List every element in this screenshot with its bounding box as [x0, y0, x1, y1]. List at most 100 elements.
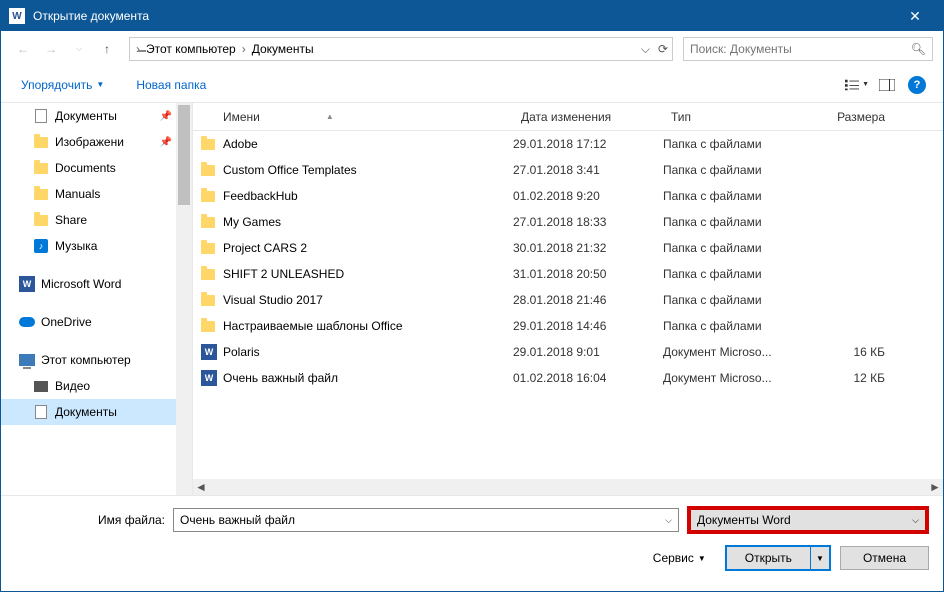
file-date: 30.01.2018 21:32 — [513, 241, 663, 255]
folder-icon — [193, 165, 219, 176]
scroll-right-icon[interactable]: ► — [927, 480, 943, 494]
sidebar-scrollbar[interactable] — [176, 103, 192, 495]
folder-icon — [33, 212, 49, 228]
close-button[interactable]: ✕ — [895, 8, 935, 25]
file-row[interactable]: SHIFT 2 UNLEASHED31.01.2018 20:50Папка с… — [193, 261, 943, 287]
file-date: 27.01.2018 3:41 — [513, 163, 663, 177]
file-type: Папка с файлами — [663, 163, 813, 177]
nav-row: ← → ⌵ ↑ › Этот компьютер › Документы ⌵ 🔍… — [1, 31, 943, 67]
file-row[interactable]: Project CARS 230.01.2018 21:32Папка с фа… — [193, 235, 943, 261]
search-icon[interactable]: 🔍︎ — [911, 42, 926, 56]
column-header-date[interactable]: Дата изменения — [513, 110, 663, 124]
open-button[interactable]: Открыть ▼ — [726, 546, 830, 570]
search-box[interactable]: 🔍︎ — [683, 37, 933, 61]
sort-asc-icon: ▲ — [326, 112, 334, 121]
chevron-down-icon: ▼ — [96, 80, 104, 89]
file-type: Папка с файлами — [663, 137, 813, 151]
titlebar: W Открытие документа ✕ — [1, 1, 943, 31]
video-icon — [33, 378, 49, 394]
cancel-button[interactable]: Отмена — [840, 546, 929, 570]
sidebar-item[interactable]: Документы📌 — [1, 103, 192, 129]
file-list: Имени ▲ Дата изменения Тип Размера Adobe… — [193, 103, 943, 495]
sidebar-item[interactable]: Видео — [1, 373, 192, 399]
column-header-type[interactable]: Тип — [663, 110, 813, 124]
scroll-left-icon[interactable]: ◄ — [193, 480, 209, 494]
folder-icon — [33, 186, 49, 202]
sidebar-item[interactable]: Manuals — [1, 181, 192, 207]
sidebar-item[interactable]: Documents — [1, 155, 192, 181]
doc-icon — [33, 404, 49, 420]
file-date: 29.01.2018 17:12 — [513, 137, 663, 151]
up-button[interactable]: ↑ — [95, 37, 119, 61]
pc-icon — [19, 352, 35, 368]
chevron-right-icon[interactable]: › — [134, 42, 142, 56]
sidebar-item-word[interactable]: W Microsoft Word — [1, 271, 192, 297]
file-type: Папка с файлами — [663, 319, 813, 333]
folder-icon — [193, 191, 219, 202]
file-type-filter[interactable]: Документы Word ⌵ — [687, 506, 929, 534]
file-row[interactable]: WPolaris29.01.2018 9:01Документ Microso.… — [193, 339, 943, 365]
file-row[interactable]: Adobe29.01.2018 17:12Папка с файлами — [193, 131, 943, 157]
file-row[interactable]: FeedbackHub01.02.2018 9:20Папка с файлам… — [193, 183, 943, 209]
file-row[interactable]: Custom Office Templates27.01.2018 3:41Па… — [193, 157, 943, 183]
refresh-icon[interactable] — [658, 42, 668, 56]
tools-button[interactable]: Сервис▼ — [653, 551, 706, 565]
file-date: 29.01.2018 9:01 — [513, 345, 663, 359]
column-header-size[interactable]: Размера — [813, 110, 893, 124]
chevron-right-icon[interactable]: › — [240, 42, 248, 56]
search-input[interactable] — [690, 42, 911, 56]
folder-icon — [193, 217, 219, 228]
sidebar: Документы📌Изображени📌DocumentsManualsSha… — [1, 103, 193, 495]
file-name: Настраиваемые шаблоны Office — [219, 319, 513, 333]
open-dropdown[interactable]: ▼ — [811, 547, 829, 569]
chevron-down-icon[interactable]: ⌵ — [665, 515, 672, 526]
sidebar-item[interactable]: Изображени📌 — [1, 129, 192, 155]
sidebar-item[interactable]: Share — [1, 207, 192, 233]
folder-icon — [193, 243, 219, 254]
sidebar-item-label: Share — [55, 213, 87, 227]
chevron-down-icon: ▼ — [862, 81, 869, 88]
file-date: 31.01.2018 20:50 — [513, 267, 663, 281]
word-icon: W — [193, 370, 219, 386]
window-title: Открытие документа — [33, 9, 895, 23]
doc-icon — [33, 108, 49, 124]
pin-icon: 📌 — [160, 111, 172, 122]
breadcrumb-seg[interactable]: Этот компьютер — [142, 42, 240, 56]
recent-dropdown[interactable]: ⌵ — [67, 37, 91, 61]
horizontal-scrollbar[interactable]: ◄ ► — [193, 479, 943, 495]
sidebar-item[interactable]: Документы — [1, 399, 192, 425]
sidebar-item-onedrive[interactable]: OneDrive — [1, 309, 192, 335]
breadcrumb-seg[interactable]: Документы — [248, 42, 318, 56]
view-mode-button[interactable]: ▼ — [845, 73, 869, 97]
file-type: Папка с файлами — [663, 241, 813, 255]
file-date: 01.02.2018 16:04 — [513, 371, 663, 385]
folder-icon — [193, 321, 219, 332]
address-bar[interactable]: › Этот компьютер › Документы ⌵ — [129, 37, 673, 61]
sidebar-item[interactable]: ♪Музыка — [1, 233, 192, 259]
file-row[interactable]: My Games27.01.2018 18:33Папка с файлами — [193, 209, 943, 235]
filename-input[interactable] — [180, 513, 665, 527]
file-name: My Games — [219, 215, 513, 229]
filename-combo[interactable]: ⌵ — [173, 508, 679, 532]
forward-button[interactable]: → — [39, 37, 63, 61]
file-date: 29.01.2018 14:46 — [513, 319, 663, 333]
file-row[interactable]: Visual Studio 201728.01.2018 21:46Папка … — [193, 287, 943, 313]
folder-icon — [33, 134, 49, 150]
preview-pane-button[interactable] — [875, 73, 899, 97]
column-header-name[interactable]: Имени ▲ — [193, 110, 513, 124]
sidebar-item-label: Видео — [55, 379, 90, 393]
back-button[interactable]: ← — [11, 37, 35, 61]
organize-button[interactable]: Упорядочить▼ — [15, 74, 110, 96]
file-row[interactable]: WОчень важный файл01.02.2018 16:04Докуме… — [193, 365, 943, 391]
help-button[interactable]: ? — [905, 73, 929, 97]
file-row[interactable]: Настраиваемые шаблоны Office29.01.2018 1… — [193, 313, 943, 339]
bottom-form: Имя файла: ⌵ Документы Word ⌵ Сервис▼ От… — [1, 495, 943, 584]
sidebar-item-label: Documents — [55, 161, 116, 175]
file-date: 01.02.2018 9:20 — [513, 189, 663, 203]
sidebar-item-thispc[interactable]: Этот компьютер — [1, 347, 192, 373]
history-dropdown-icon[interactable]: ⌵ — [641, 42, 650, 57]
folder-icon — [193, 295, 219, 306]
file-name: SHIFT 2 UNLEASHED — [219, 267, 513, 281]
new-folder-button[interactable]: Новая папка — [130, 74, 212, 96]
file-name: FeedbackHub — [219, 189, 513, 203]
